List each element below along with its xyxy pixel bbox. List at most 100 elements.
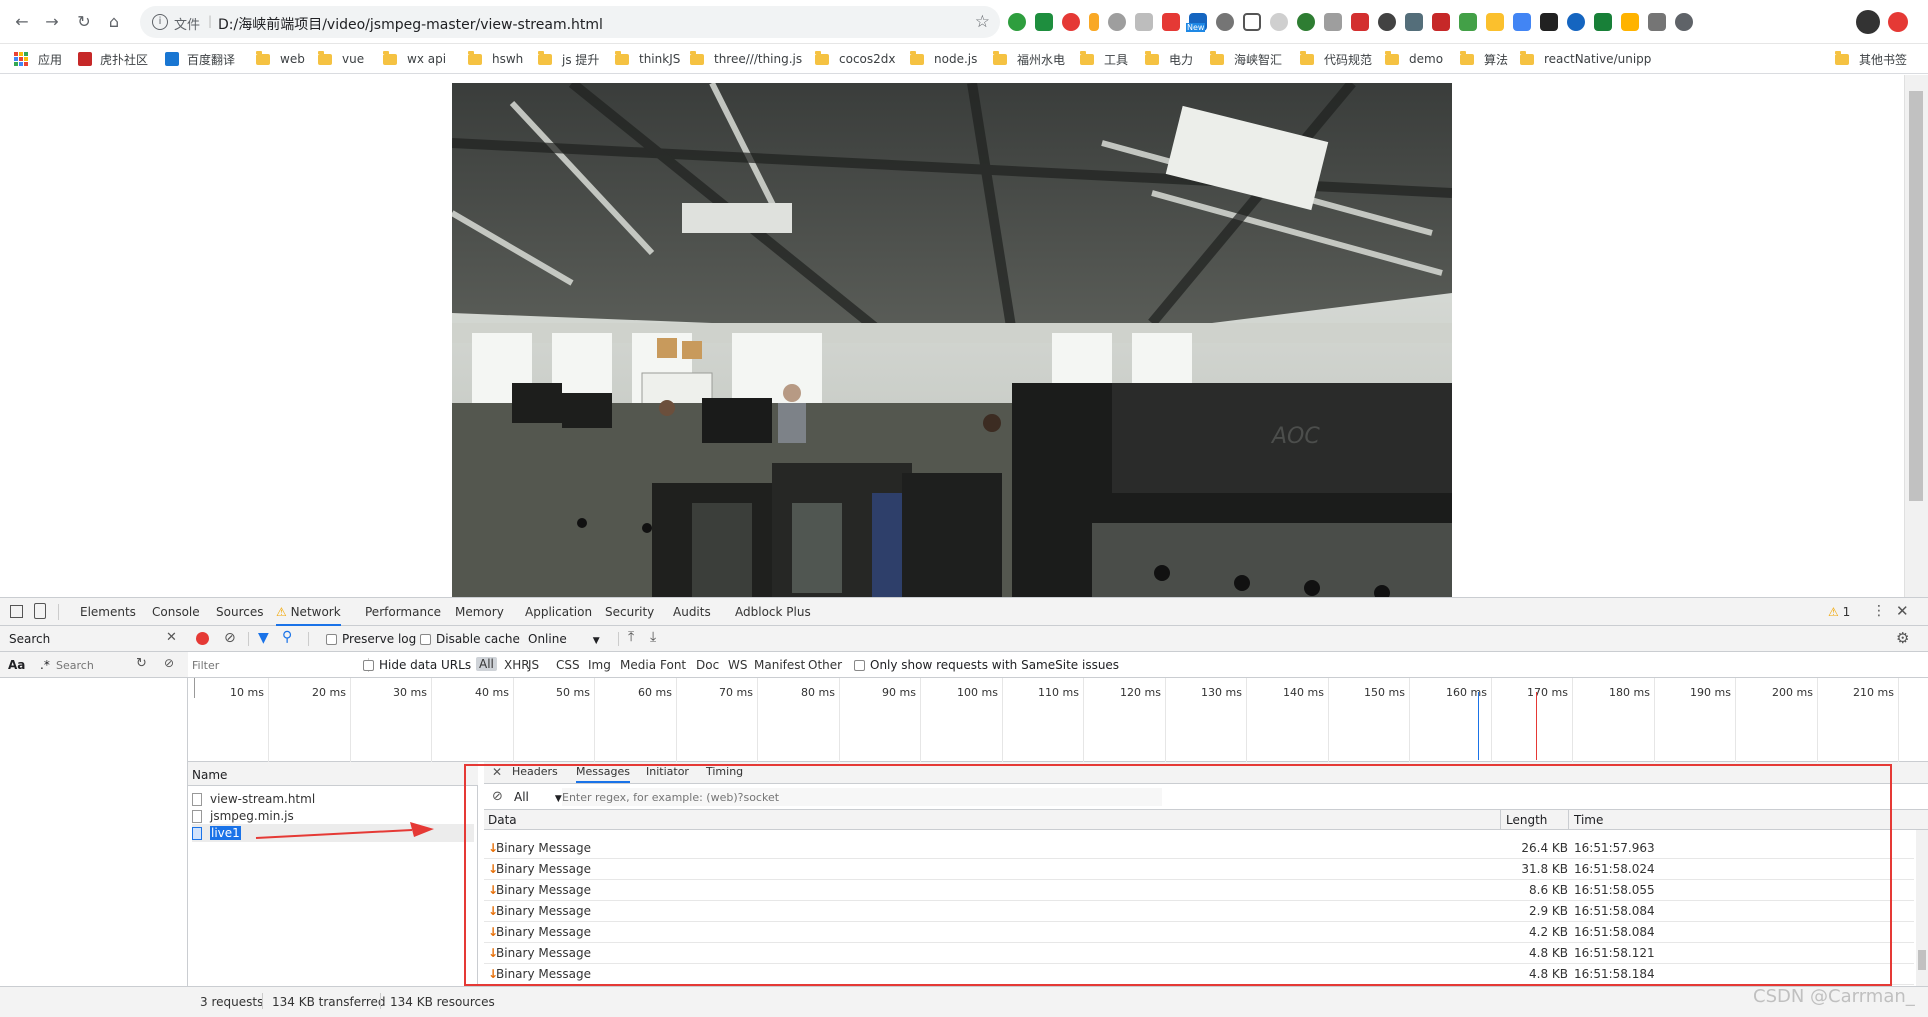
check-shield-extension-icon[interactable] — [1459, 13, 1477, 31]
close-search-icon[interactable]: ✕ — [166, 630, 177, 645]
screenshot-extension-icon[interactable] — [1243, 13, 1261, 31]
info-icon[interactable]: i — [152, 14, 168, 30]
address-bar[interactable]: i 文件 | D:/海峡前端项目/video/jsmpeg-master/vie… — [140, 6, 1000, 38]
pocket-extension-icon[interactable] — [1135, 13, 1153, 31]
filter-type-xhr[interactable]: XHR — [504, 658, 530, 672]
devtools-tab-network[interactable]: ⚠ Network — [276, 598, 341, 626]
search-icon[interactable]: ⚲ — [282, 629, 292, 645]
bookmark-star-icon[interactable]: ☆ — [975, 12, 990, 32]
devtools-tab-performance[interactable]: Performance — [365, 598, 441, 626]
filter-type-css[interactable]: CSS — [556, 658, 580, 672]
bird-extension-icon[interactable] — [1486, 13, 1504, 31]
record-icon[interactable] — [196, 632, 209, 645]
network-timeline-overview[interactable]: 10 ms 20 ms 30 ms 40 ms 50 ms 60 ms 70 ms 80 ms… — [188, 678, 1928, 762]
globe-extension-icon[interactable] — [1216, 13, 1234, 31]
video-stream-canvas[interactable]: AOC — [452, 83, 1452, 597]
filter-type-ws[interactable]: WS — [728, 658, 747, 672]
devtools-tab-memory[interactable]: Memory — [455, 598, 504, 626]
export-har-icon[interactable]: ⤓ — [650, 629, 656, 645]
page-scrollbar[interactable] — [1904, 75, 1928, 597]
device-toolbar-icon[interactable] — [34, 603, 46, 619]
warning-counter[interactable]: ⚠ 1 — [1828, 605, 1850, 619]
devtools-tab-adblock-plus[interactable]: Adblock Plus — [735, 598, 811, 626]
fe-extension-icon[interactable] — [1351, 13, 1369, 31]
bookmark-0[interactable]: 应用 — [14, 51, 62, 67]
match-case-toggle[interactable]: Aa — [8, 658, 25, 672]
bookmark-12[interactable]: 福州水电 — [993, 50, 1065, 67]
name-column-header[interactable]: Name — [188, 762, 478, 786]
e-extension-icon[interactable] — [1567, 13, 1585, 31]
youtube-extension-icon[interactable] — [1162, 13, 1180, 31]
preserve-log-checkbox[interactable]: Preserve log — [326, 632, 416, 646]
refresh-search-icon[interactable]: ↻ — [136, 656, 147, 671]
profile-avatar[interactable] — [1856, 10, 1880, 34]
earth-extension-icon[interactable] — [1297, 13, 1315, 31]
filter-input[interactable] — [192, 656, 352, 674]
shield-extension-icon[interactable] — [1035, 13, 1053, 31]
person-extension-icon[interactable] — [1648, 13, 1666, 31]
bookmark-5[interactable]: wx api — [383, 50, 446, 67]
bookmark-2[interactable]: 百度翻译 — [165, 51, 235, 67]
bookmark-8[interactable]: thinkJS — [615, 50, 680, 67]
devtools-tab-audits[interactable]: Audits — [673, 598, 711, 626]
devtools-tab-elements[interactable]: Elements — [80, 598, 136, 626]
doc-extension-icon[interactable] — [1324, 13, 1342, 31]
filter-type-manifest[interactable]: Manifest — [754, 658, 805, 672]
filter-type-font[interactable]: Font — [660, 658, 686, 672]
messages-scrollbar-thumb[interactable] — [1918, 950, 1926, 970]
clear-search-icon[interactable]: ⊘ — [164, 656, 174, 670]
home-icon[interactable]: ⌂ — [104, 12, 124, 32]
bookmark-11[interactable]: node.js — [910, 50, 977, 67]
bookmark-14[interactable]: 电力 — [1145, 50, 1193, 67]
bookmark-4[interactable]: vue — [318, 50, 364, 67]
bookmark-17[interactable]: demo — [1385, 50, 1443, 67]
devtools-tab-sources[interactable]: Sources — [216, 598, 263, 626]
image-extension-icon[interactable] — [1621, 13, 1639, 31]
page-scrollbar-thumb[interactable] — [1909, 91, 1923, 501]
messages-scrollbar[interactable] — [1916, 830, 1928, 996]
adblock-extension-icon[interactable] — [1062, 13, 1080, 31]
filter-type-other[interactable]: Other — [808, 658, 842, 672]
filter-type-media[interactable]: Media — [620, 658, 656, 672]
filter-icon[interactable]: ▼ — [258, 630, 269, 646]
disable-cache-checkbox[interactable]: Disable cache — [420, 632, 520, 646]
gray-extension-icon[interactable] — [1270, 13, 1288, 31]
search-input[interactable] — [56, 656, 128, 674]
update-menu-icon[interactable] — [1888, 12, 1908, 32]
url-text[interactable]: D:/海峡前端项目/video/jsmpeg-master/view-strea… — [218, 14, 603, 34]
bookmark-19[interactable]: reactNative/unipp — [1520, 50, 1651, 67]
bookmark-16[interactable]: 代码规范 — [1300, 50, 1372, 67]
bookmark-10[interactable]: cocos2dx — [815, 50, 895, 67]
inspect-element-icon[interactable] — [10, 605, 23, 618]
hide-data-urls-checkbox[interactable]: Hide data URLs — [363, 658, 471, 672]
bookmark-18[interactable]: 算法 — [1460, 50, 1508, 67]
reload-icon[interactable]: ↻ — [74, 12, 94, 32]
forward-arrow-icon[interactable]: → — [42, 12, 62, 32]
bookmark-20[interactable]: 其他书签 — [1835, 50, 1907, 67]
download-extension-icon[interactable] — [1378, 13, 1396, 31]
clear-log-icon[interactable]: ⊘ — [224, 630, 236, 646]
devtools-tab-security[interactable]: Security — [605, 598, 654, 626]
devtools-menu-icon[interactable]: ⋮ — [1872, 603, 1886, 619]
filter-type-js[interactable]: JS — [528, 658, 539, 672]
network-settings-gear-icon[interactable]: ⚙ — [1896, 629, 1909, 647]
import-har-icon[interactable]: ⤒ — [628, 629, 634, 645]
bookmark-6[interactable]: hswh — [468, 50, 523, 67]
bookmark-15[interactable]: 海峡智汇 — [1210, 50, 1282, 67]
filter-type-img[interactable]: Img — [588, 658, 611, 672]
compass-extension-icon[interactable] — [1108, 13, 1126, 31]
camera-extension-icon[interactable] — [1675, 13, 1693, 31]
bookmark-13[interactable]: 工具 — [1080, 50, 1128, 67]
back-arrow-icon[interactable]: ← — [12, 12, 32, 32]
colorful-extension-icon[interactable] — [1513, 13, 1531, 31]
devtools-tab-console[interactable]: Console — [152, 598, 200, 626]
bookmark-7[interactable]: js 提升 — [538, 50, 599, 67]
bookmark-1[interactable]: 虎扑社区 — [78, 51, 148, 67]
sheets-extension-icon[interactable] — [1594, 13, 1612, 31]
bookmark-3[interactable]: web — [256, 50, 305, 67]
regex-toggle[interactable]: .* — [40, 658, 50, 672]
evernote-extension-icon[interactable] — [1008, 13, 1026, 31]
throttle-select[interactable]: Online ▼ — [528, 632, 600, 646]
filter-type-doc[interactable]: Doc — [696, 658, 719, 672]
filter-type-all[interactable]: All — [476, 657, 497, 671]
